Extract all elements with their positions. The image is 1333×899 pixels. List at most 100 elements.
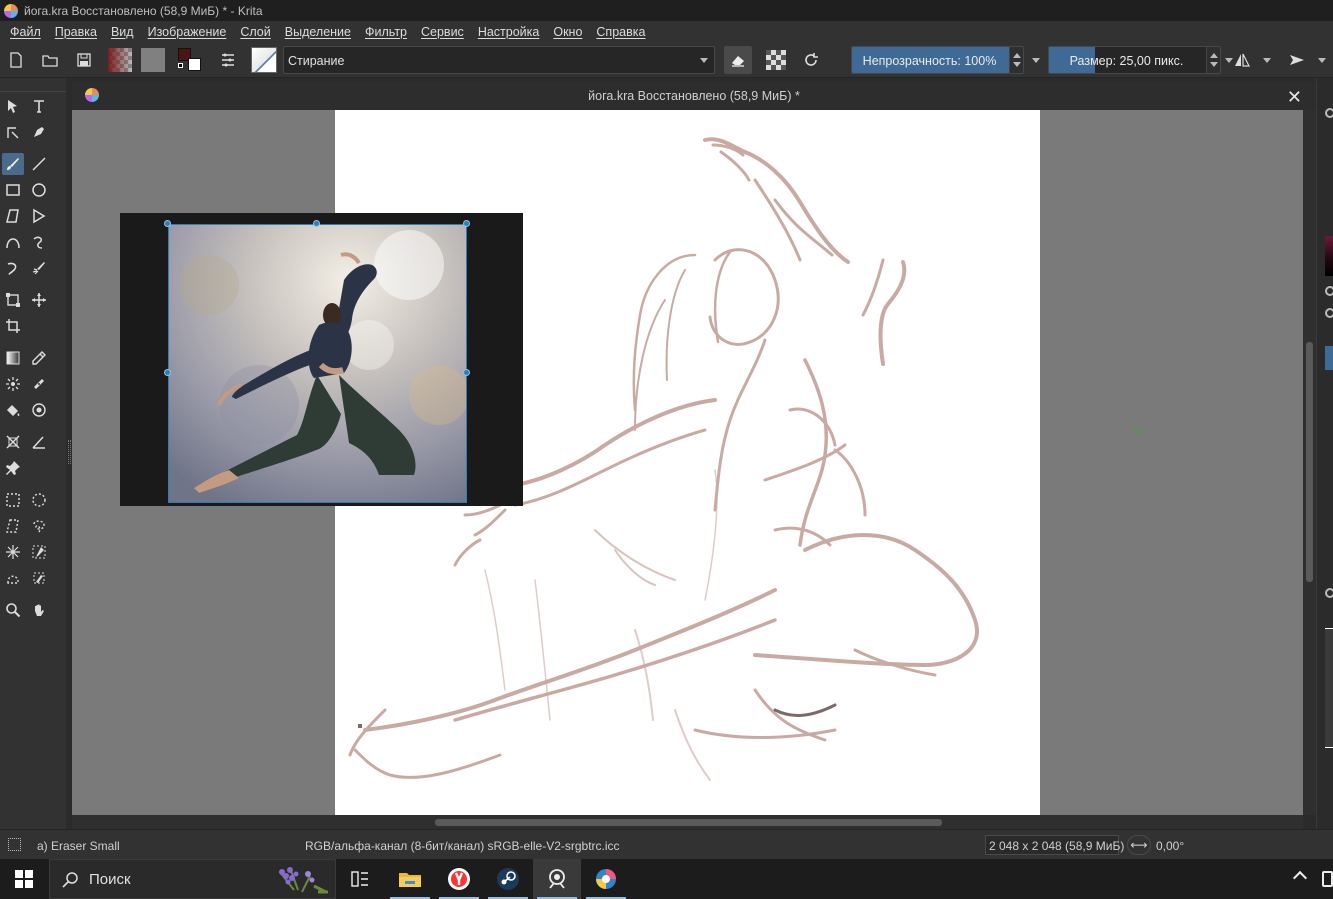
vertical-scroll-thumb[interactable] bbox=[1306, 342, 1313, 582]
menu-image[interactable]: Изображение bbox=[148, 25, 227, 39]
menu-view[interactable]: Вид bbox=[111, 25, 134, 39]
reference-image[interactable] bbox=[168, 224, 467, 503]
crop-tool[interactable] bbox=[2, 315, 24, 337]
steam-button[interactable] bbox=[484, 859, 532, 899]
menu-settings[interactable]: Настройка bbox=[478, 25, 540, 39]
image-size-status[interactable]: 2 048 x 2 048 (58,9 МиБ) bbox=[985, 835, 1124, 855]
menu-select[interactable]: Выделение bbox=[285, 25, 351, 39]
save-button[interactable] bbox=[71, 48, 97, 72]
brush-settings-button[interactable] bbox=[215, 48, 241, 72]
layers-list-stub[interactable] bbox=[1325, 628, 1333, 748]
bezier-curve-tool[interactable] bbox=[2, 231, 24, 253]
opacity-slider[interactable]: Непрозрачность: 100% bbox=[851, 46, 1024, 74]
menu-filter[interactable]: Фильтр bbox=[365, 25, 407, 39]
freehand-path-tool[interactable] bbox=[28, 231, 50, 253]
pattern-selector[interactable] bbox=[140, 48, 166, 72]
bezier-select-tool[interactable] bbox=[2, 567, 24, 589]
ellipse-tool[interactable] bbox=[28, 179, 50, 201]
rectangle-tool[interactable] bbox=[2, 179, 24, 201]
rotation-reset-icon[interactable]: ⟷ bbox=[1127, 835, 1151, 855]
contiguous-select-tool[interactable] bbox=[2, 541, 24, 563]
transform-handle-tl[interactable] bbox=[164, 220, 171, 227]
ellipse-select-tool[interactable] bbox=[28, 489, 50, 511]
size-spinner[interactable] bbox=[1206, 47, 1220, 73]
mirror-horizontal-button[interactable] bbox=[1228, 46, 1256, 74]
wrap-around-button[interactable] bbox=[1283, 46, 1311, 74]
toolbox-dock-handle[interactable] bbox=[68, 440, 71, 464]
selection-status-icon[interactable] bbox=[8, 838, 21, 851]
krita-taskbar-button[interactable] bbox=[582, 859, 630, 899]
brush-preset-button[interactable] bbox=[251, 47, 277, 73]
mirror-dropdown-icon[interactable] bbox=[1263, 58, 1271, 63]
transform-handle-left[interactable] bbox=[164, 369, 171, 376]
start-button[interactable] bbox=[0, 859, 48, 899]
transform-tool[interactable] bbox=[2, 289, 24, 311]
reload-preset-button[interactable] bbox=[797, 46, 825, 74]
assistant-tool[interactable] bbox=[2, 431, 24, 453]
zoom-tool[interactable] bbox=[2, 599, 24, 621]
measure-tool[interactable] bbox=[28, 431, 50, 453]
reference-images-tool[interactable] bbox=[2, 457, 24, 479]
yandex-browser-button[interactable] bbox=[435, 859, 483, 899]
tray-cut-icon[interactable] bbox=[1322, 871, 1333, 887]
line-tool[interactable] bbox=[28, 153, 50, 175]
menu-help[interactable]: Справка bbox=[596, 25, 645, 39]
dock-selection[interactable] bbox=[1325, 346, 1333, 370]
menu-layer[interactable]: Слой bbox=[240, 25, 270, 39]
vertical-scrollbar[interactable] bbox=[1303, 110, 1316, 815]
menu-window[interactable]: Окно bbox=[553, 25, 582, 39]
fill-tool[interactable] bbox=[2, 399, 24, 421]
close-document-icon[interactable]: ✕ bbox=[1287, 87, 1302, 108]
dynamic-brush-tool[interactable] bbox=[2, 257, 24, 279]
color-selector[interactable] bbox=[176, 48, 204, 72]
horizontal-scroll-thumb[interactable] bbox=[435, 819, 942, 826]
smart-patch-tool[interactable] bbox=[2, 373, 24, 395]
transform-handle-right[interactable] bbox=[463, 369, 470, 376]
magnetic-select-tool[interactable] bbox=[28, 567, 50, 589]
text-tool[interactable] bbox=[28, 95, 50, 117]
menu-edit[interactable]: Правка bbox=[55, 25, 97, 39]
brush-preset-dropdown[interactable]: Стирание bbox=[283, 46, 715, 74]
menu-tools[interactable]: Сервис bbox=[421, 25, 464, 39]
wrap-dropdown-icon[interactable] bbox=[1318, 58, 1326, 63]
new-document-button[interactable] bbox=[3, 48, 29, 72]
screenshot-tool-button[interactable] bbox=[533, 859, 581, 899]
taskbar-search[interactable]: Поиск bbox=[49, 859, 336, 899]
task-view-button[interactable] bbox=[336, 859, 384, 899]
eraser-mode-button[interactable] bbox=[724, 46, 752, 74]
color-picker-tool[interactable] bbox=[28, 347, 50, 369]
menu-file[interactable]: Файл bbox=[10, 25, 41, 39]
dock-gear-icon[interactable] bbox=[1325, 308, 1333, 318]
freehand-brush-tool[interactable] bbox=[2, 153, 24, 175]
polygon-tool[interactable] bbox=[2, 205, 24, 227]
rotation-status[interactable]: 0,00° bbox=[1156, 839, 1184, 853]
dock-lower-icon[interactable] bbox=[1325, 588, 1333, 598]
color-space-status[interactable]: RGB/альфа-канал (8-бит/канал) sRGB-elle-… bbox=[305, 839, 620, 853]
rectangle-select-tool[interactable] bbox=[2, 489, 24, 511]
chevron-up-icon[interactable] bbox=[1292, 870, 1308, 886]
open-document-button[interactable] bbox=[37, 48, 63, 72]
freehand-select-tool[interactable] bbox=[28, 515, 50, 537]
move-tool[interactable] bbox=[28, 289, 50, 311]
pan-tool[interactable] bbox=[28, 599, 50, 621]
multibrush-tool[interactable] bbox=[28, 257, 50, 279]
horizontal-scrollbar[interactable] bbox=[72, 815, 1303, 829]
size-slider[interactable]: Размер: 25,00 пикс. bbox=[1048, 46, 1221, 74]
opacity-spinner[interactable] bbox=[1009, 47, 1023, 73]
file-explorer-button[interactable] bbox=[386, 859, 434, 899]
gradient-selector[interactable] bbox=[107, 48, 133, 72]
edit-shapes-tool[interactable] bbox=[2, 121, 24, 143]
polygon-select-tool[interactable] bbox=[2, 515, 24, 537]
polyline-tool[interactable] bbox=[28, 205, 50, 227]
settings-gear-icon[interactable] bbox=[1325, 108, 1333, 118]
opacity-dropdown-icon[interactable] bbox=[1032, 58, 1040, 63]
enclose-fill-tool[interactable] bbox=[28, 399, 50, 421]
preserve-alpha-button[interactable] bbox=[762, 46, 790, 74]
gradient-tool[interactable] bbox=[2, 347, 24, 369]
transform-handle-tr[interactable] bbox=[463, 220, 470, 227]
calligraphy-tool[interactable] bbox=[28, 121, 50, 143]
colorize-mask-tool[interactable] bbox=[28, 373, 50, 395]
transform-handle-top[interactable] bbox=[313, 220, 320, 227]
refresh-dock-icon[interactable] bbox=[1325, 286, 1333, 296]
similar-color-select-tool[interactable] bbox=[28, 541, 50, 563]
